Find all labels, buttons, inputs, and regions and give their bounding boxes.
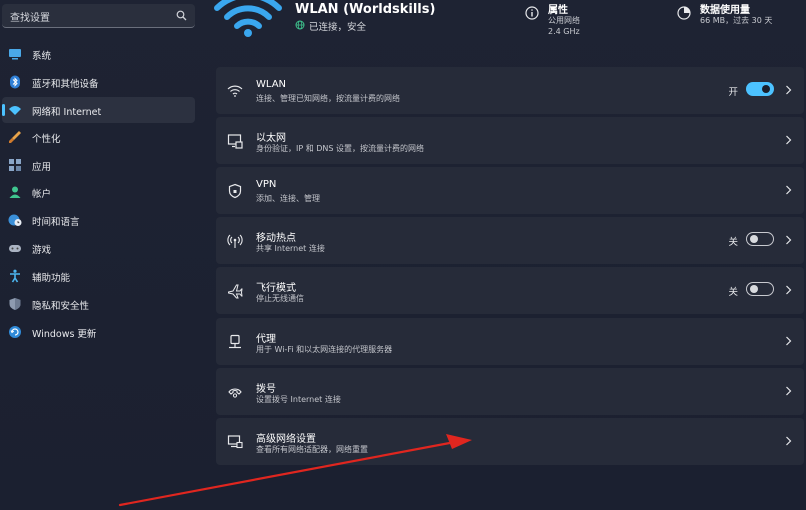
network-profile: 公用网络 xyxy=(548,16,580,25)
data-usage-icon[interactable] xyxy=(677,6,691,20)
card-subtitle: 身份验证，IP 和 DNS 设置，按流量计费的网络 xyxy=(256,144,425,153)
sidebar-item-personalization[interactable]: 个性化 xyxy=(2,124,195,150)
hotspot-toggle[interactable] xyxy=(746,232,774,246)
chevron-right-icon xyxy=(786,436,792,446)
toggle-knob xyxy=(762,85,770,93)
card-ethernet[interactable]: 以太网 身份验证，IP 和 DNS 设置，按流量计费的网络 xyxy=(216,117,804,164)
card-proxy[interactable]: 代理 用于 Wi-Fi 和以太网连接的代理服务器 xyxy=(216,318,804,365)
toggle-knob xyxy=(750,235,758,243)
wlan-toggle[interactable] xyxy=(746,82,774,96)
card-dial-up[interactable]: 拨号 设置拨号 Internet 连接 xyxy=(216,368,804,415)
globe-clock-icon xyxy=(8,214,22,226)
dialup-icon xyxy=(228,388,242,398)
chevron-right-icon xyxy=(786,386,792,396)
data-usage-amount: 66 MB，过去 30 天 xyxy=(700,16,773,25)
ethernet-icon xyxy=(227,134,243,149)
card-airplane-mode[interactable]: 飞行模式 停止无线通信 关 xyxy=(216,267,804,314)
connection-status: 已连接，安全 xyxy=(309,22,367,33)
card-title: 高级网络设置 xyxy=(256,434,316,445)
wifi-icon xyxy=(227,85,243,97)
properties-link[interactable]: 属性 xyxy=(548,1,568,16)
wifi-icon xyxy=(9,106,21,115)
bluetooth-icon xyxy=(10,75,20,89)
sidebar: 查找设置 系统 蓝牙和其他设备 网络和 Internet 个性化 应用 帐户 时… xyxy=(0,0,205,510)
network-adapter-icon xyxy=(227,435,243,449)
chevron-right-icon xyxy=(786,336,792,346)
airplane-icon xyxy=(228,284,243,299)
selection-indicator xyxy=(2,104,5,116)
card-mobile-hotspot[interactable]: 移动热点 共享 Internet 连接 关 xyxy=(216,217,804,264)
card-wlan[interactable]: WLAN 连接、管理已知网络，按流量计费的网络 开 xyxy=(216,67,804,114)
info-icon[interactable] xyxy=(525,6,539,20)
sidebar-item-time-language[interactable]: 时间和语言 xyxy=(2,207,195,233)
card-title: 代理 xyxy=(256,334,276,345)
toggle-knob xyxy=(750,285,758,293)
chevron-right-icon xyxy=(786,285,792,295)
monitor-icon xyxy=(9,49,21,60)
card-title: 移动热点 xyxy=(256,233,296,244)
network-name: WLAN (Worldskills) xyxy=(295,2,436,17)
card-title: WLAN xyxy=(256,79,287,90)
sidebar-item-label: 蓝牙和其他设备 xyxy=(32,79,99,90)
toggle-state-label: 关 xyxy=(728,287,738,298)
sidebar-item-label: 网络和 Internet xyxy=(32,107,102,118)
chevron-right-icon xyxy=(786,185,792,195)
card-title: VPN xyxy=(256,179,277,190)
chevron-right-icon xyxy=(786,135,792,145)
sidebar-item-accounts[interactable]: 帐户 xyxy=(2,179,195,205)
sidebar-item-privacy[interactable]: 隐私和安全性 xyxy=(2,291,195,317)
sidebar-item-label: 隐私和安全性 xyxy=(32,301,90,312)
shield-icon xyxy=(9,298,21,310)
chevron-right-icon xyxy=(786,85,792,95)
toggle-state-label: 关 xyxy=(728,237,738,248)
card-vpn[interactable]: VPN 添加、连接、管理 xyxy=(216,167,804,214)
vpn-shield-icon xyxy=(228,183,242,199)
sidebar-item-label: 辅助功能 xyxy=(32,273,71,284)
sidebar-item-label: Windows 更新 xyxy=(32,329,97,340)
search-input[interactable]: 查找设置 xyxy=(10,9,50,24)
account-icon xyxy=(9,186,21,198)
toggle-state-label: 开 xyxy=(728,87,738,98)
chevron-right-icon xyxy=(786,235,792,245)
globe-icon xyxy=(295,20,305,30)
card-subtitle: 查看所有网络适配器，网络重置 xyxy=(256,445,368,454)
sidebar-item-label: 时间和语言 xyxy=(32,217,80,228)
card-subtitle: 添加、连接、管理 xyxy=(256,194,320,203)
sidebar-item-network[interactable]: 网络和 Internet xyxy=(2,97,195,123)
sidebar-item-apps[interactable]: 应用 xyxy=(2,152,195,178)
sidebar-item-label: 系统 xyxy=(32,51,52,62)
card-subtitle: 连接、管理已知网络，按流量计费的网络 xyxy=(256,94,400,103)
card-title: 以太网 xyxy=(256,133,286,144)
sidebar-item-windows-update[interactable]: Windows 更新 xyxy=(2,319,195,345)
sidebar-item-label: 帐户 xyxy=(32,189,52,200)
update-icon xyxy=(9,326,21,338)
sidebar-item-bluetooth[interactable]: 蓝牙和其他设备 xyxy=(2,69,195,95)
data-usage-link[interactable]: 数据使用量 xyxy=(700,1,750,16)
settings-window: 查找设置 系统 蓝牙和其他设备 网络和 Internet 个性化 应用 帐户 时… xyxy=(0,0,806,510)
accessibility-icon xyxy=(10,269,20,283)
sidebar-item-system[interactable]: 系统 xyxy=(2,41,195,67)
sidebar-item-label: 个性化 xyxy=(32,134,61,145)
proxy-icon xyxy=(229,334,241,349)
sidebar-item-gaming[interactable]: 游戏 xyxy=(2,235,195,261)
search-icon[interactable] xyxy=(176,10,187,21)
card-advanced-network-settings[interactable]: 高级网络设置 查看所有网络适配器，网络重置 xyxy=(216,418,804,465)
card-subtitle: 共享 Internet 连接 xyxy=(256,244,325,253)
gamepad-icon xyxy=(9,245,21,252)
sidebar-item-label: 游戏 xyxy=(32,245,52,256)
card-subtitle: 设置拨号 Internet 连接 xyxy=(256,395,341,404)
sidebar-item-accessibility[interactable]: 辅助功能 xyxy=(2,263,195,289)
hotspot-icon xyxy=(227,234,243,248)
wifi-large-icon xyxy=(214,0,282,37)
apps-icon xyxy=(9,159,21,171)
brush-icon xyxy=(9,131,21,143)
search-box[interactable]: 查找设置 xyxy=(2,4,195,28)
card-title: 拨号 xyxy=(256,384,276,395)
network-band: 2.4 GHz xyxy=(548,27,580,36)
card-subtitle: 停止无线通信 xyxy=(256,294,304,303)
card-subtitle: 用于 Wi-Fi 和以太网连接的代理服务器 xyxy=(256,345,393,354)
sidebar-item-label: 应用 xyxy=(32,162,52,173)
card-title: 飞行模式 xyxy=(256,283,296,294)
airplane-mode-toggle[interactable] xyxy=(746,282,774,296)
